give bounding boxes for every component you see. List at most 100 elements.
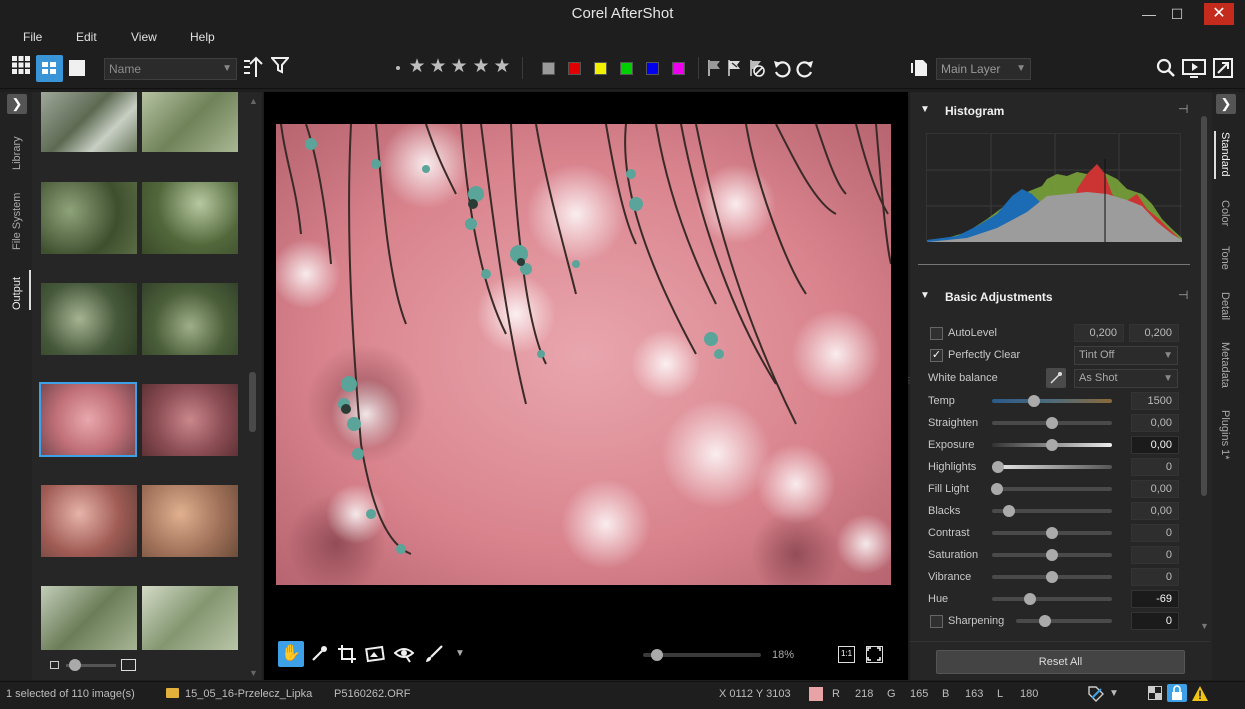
collapse-basic-icon[interactable]: ▼ [920, 290, 930, 301]
close-button[interactable]: ✕ [1204, 3, 1234, 25]
vibrance-slider-knob[interactable] [1046, 571, 1058, 583]
thumbnail[interactable] [142, 586, 238, 650]
search-icon[interactable] [1156, 58, 1176, 81]
sharpening-slider-knob[interactable] [1038, 615, 1051, 627]
blacks-slider[interactable] [992, 505, 1112, 517]
selected-thumbnail[interactable] [39, 382, 137, 457]
fill-light-slider-knob[interactable] [990, 483, 1003, 495]
scroll-up-arrow[interactable]: ▲ [249, 96, 258, 106]
sort-order-icon[interactable] [240, 55, 266, 81]
star-4-icon[interactable]: ★ [472, 57, 490, 77]
no-rating-dot[interactable] [396, 66, 400, 70]
thumbnail[interactable] [41, 182, 137, 254]
sort-select[interactable]: Name ▼ [104, 58, 237, 80]
small-thumb-icon[interactable] [50, 661, 59, 669]
grid-view-icon[interactable] [8, 56, 34, 82]
thumbnail[interactable] [41, 283, 137, 355]
expand-left-button[interactable]: ❯ [7, 94, 27, 114]
menu-view[interactable]: View [131, 30, 157, 44]
exposure-slider[interactable] [992, 439, 1112, 451]
split-view-icon[interactable] [36, 55, 63, 82]
crop-icon[interactable] [338, 645, 356, 666]
collapse-histogram-icon[interactable]: ▼ [920, 104, 930, 115]
sharpening-checkbox[interactable] [930, 615, 943, 628]
star-3-icon[interactable]: ★ [450, 57, 468, 77]
flag-pick-icon[interactable] [707, 59, 723, 80]
layers-icon[interactable] [911, 59, 929, 80]
contrast-slider-knob[interactable] [1046, 527, 1058, 539]
hue-slider[interactable] [992, 593, 1112, 605]
contrast-slider[interactable] [992, 527, 1112, 539]
saturation-slider[interactable] [992, 549, 1112, 561]
warning-icon[interactable] [1192, 686, 1208, 704]
tab-metadata[interactable]: Metadata [1219, 342, 1231, 388]
tag-edit-icon[interactable] [1088, 686, 1104, 705]
menu-help[interactable]: Help [190, 30, 215, 44]
white-balance-select[interactable]: As Shot ▼ [1074, 369, 1178, 388]
thumbnail[interactable] [41, 485, 137, 557]
color-label-red[interactable] [568, 62, 581, 75]
reset-all-button[interactable]: Reset All [936, 650, 1185, 674]
saturation-slider-knob[interactable] [1046, 549, 1058, 561]
unflag-icon[interactable] [748, 59, 766, 80]
autolevel-value-2[interactable]: 0,200 [1129, 324, 1179, 342]
slideshow-icon[interactable] [1182, 58, 1206, 81]
panel-splitter[interactable]: ⋮ [905, 376, 913, 396]
highlights-slider[interactable] [992, 461, 1112, 473]
fill-light-slider[interactable] [990, 483, 1112, 495]
main-photo[interactable] [276, 124, 891, 585]
exposure-value[interactable]: 0,00 [1131, 436, 1179, 454]
star-5-icon[interactable]: ★ [493, 57, 511, 77]
color-label-green[interactable] [620, 62, 633, 75]
temp-slider-knob[interactable] [1028, 395, 1040, 407]
color-label-gray[interactable] [542, 62, 555, 75]
tab-color[interactable]: Color [1219, 200, 1231, 226]
temp-slider[interactable] [992, 395, 1112, 407]
eyedropper-icon[interactable] [310, 645, 328, 666]
straighten-icon[interactable] [365, 645, 385, 666]
autolevel-value-1[interactable]: 0,200 [1074, 324, 1124, 342]
tab-plugins[interactable]: Plugins 1* [1219, 410, 1231, 460]
more-tools-chevron-icon[interactable]: ▼ [455, 648, 465, 659]
vibrance-slider[interactable] [992, 571, 1112, 583]
color-label-blue[interactable] [646, 62, 659, 75]
thumb-size-knob[interactable] [69, 659, 81, 671]
perfectly-clear-checkbox[interactable]: ✓ [930, 349, 943, 362]
layer-select[interactable]: Main Layer ▼ [936, 58, 1031, 80]
wb-picker-icon[interactable] [1046, 368, 1066, 388]
tab-standard[interactable]: Standard [1219, 132, 1231, 177]
color-label-magenta[interactable] [672, 62, 685, 75]
zoom-slider-knob[interactable] [651, 649, 663, 661]
fullscreen-icon[interactable] [1213, 58, 1233, 81]
blacks-value[interactable]: 0,00 [1131, 502, 1179, 520]
zoom-100-icon[interactable]: 1:1 [838, 646, 855, 663]
panel-scroll-down-arrow[interactable]: ▼ [1200, 621, 1209, 631]
pin-histogram-icon[interactable]: ⊣ [1178, 102, 1188, 116]
highlights-slider-knob[interactable] [992, 461, 1004, 473]
thumbnail[interactable] [142, 485, 238, 557]
undo-icon[interactable] [772, 58, 792, 81]
brush-icon[interactable] [425, 645, 443, 666]
menu-edit[interactable]: Edit [76, 30, 97, 44]
flag-reject-icon[interactable] [727, 59, 743, 80]
redo-icon[interactable] [795, 58, 815, 81]
highlights-value[interactable]: 0 [1131, 458, 1179, 476]
color-label-yellow[interactable] [594, 62, 607, 75]
status-dropdown-icon[interactable]: ▼ [1109, 688, 1119, 699]
tab-file-system[interactable]: File System [11, 188, 23, 250]
thumbnail[interactable] [41, 586, 137, 650]
vibrance-value[interactable]: 0 [1131, 568, 1179, 586]
saturation-value[interactable]: 0 [1131, 546, 1179, 564]
straighten-slider-knob[interactable] [1046, 417, 1058, 429]
single-view-icon[interactable] [69, 60, 85, 76]
thumbnail[interactable] [142, 182, 238, 254]
minimize-button[interactable]: — [1138, 4, 1160, 24]
sharpening-value[interactable]: 0 [1131, 612, 1179, 630]
thumbnail[interactable] [142, 92, 238, 152]
tab-tone[interactable]: Tone [1219, 246, 1231, 270]
thumbnail-scrollbar[interactable] [249, 372, 256, 432]
autolevel-checkbox[interactable] [930, 327, 943, 340]
temp-value[interactable]: 1500 [1131, 392, 1179, 410]
filter-icon[interactable] [267, 56, 293, 82]
large-thumb-icon[interactable] [121, 659, 136, 671]
